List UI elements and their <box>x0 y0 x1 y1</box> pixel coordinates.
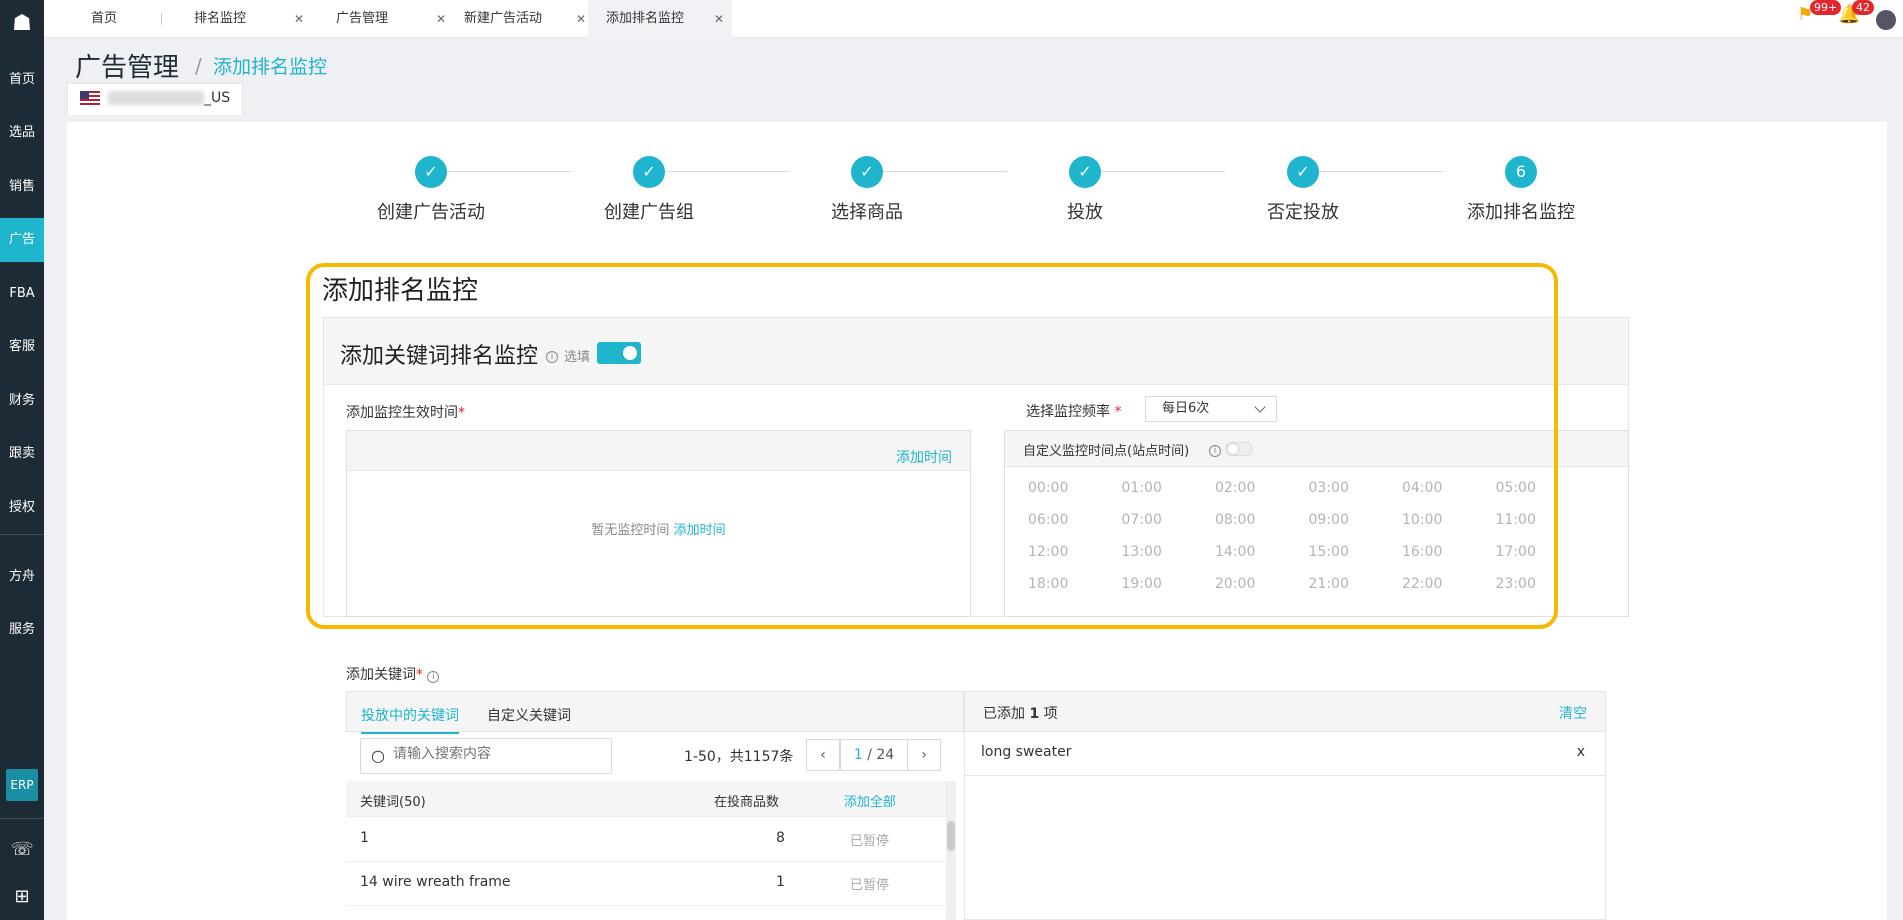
breadcrumb-current: 添加排名监控 <box>213 56 328 78</box>
sidebar-item-services[interactable]: 服务 <box>0 608 44 652</box>
avatar[interactable] <box>1876 10 1896 30</box>
breadcrumb-separator: / <box>195 54 202 78</box>
store-selector[interactable]: _US <box>67 83 243 115</box>
sidebar-item-auth[interactable]: 授权 <box>0 486 44 530</box>
row-keyword: 14 wire wreath frame <box>360 874 511 890</box>
step-label: 选择商品 <box>831 202 903 223</box>
tab-add-rank-monitor[interactable]: 添加排名监控 ✕ <box>588 0 732 38</box>
tab-rank-monitor[interactable]: 排名监控 ✕ <box>194 0 304 38</box>
search-icon: ○ <box>371 746 385 765</box>
row-count: 1 <box>776 874 785 890</box>
pagination-range: 1-50，共1157条 <box>684 749 794 765</box>
clear-button[interactable]: 清空 <box>1559 703 1587 723</box>
close-icon[interactable]: ✕ <box>436 0 446 38</box>
tab-active-keywords[interactable]: 投放中的关键词 <box>361 705 459 734</box>
tab-label: 添加排名监控 <box>606 11 685 26</box>
sidebar-divider <box>0 534 44 535</box>
sidebar-item-service[interactable]: 客服 <box>0 325 44 369</box>
step-label: 创建广告组 <box>604 202 694 223</box>
row-count: 8 <box>776 830 785 846</box>
flag-badge: 99+ <box>1810 0 1842 15</box>
search-input[interactable] <box>393 746 593 762</box>
tab-custom-keywords[interactable]: 自定义关键词 <box>487 705 571 725</box>
step-2: ✓ 创建广告组 <box>574 156 724 224</box>
step-4: ✓ 投放 <box>1010 156 1160 224</box>
us-flag-icon <box>80 91 100 105</box>
store-name: _US <box>108 90 230 106</box>
added-header: 已添加 1 项 清空 <box>965 692 1605 732</box>
sidebar-item-finance[interactable]: 财务 <box>0 379 44 423</box>
added-item: long sweater x <box>965 732 1605 776</box>
sidebar: ☗ 首页 选品 销售 广告 FBA 客服 财务 跟卖 授权 方舟 服务 ERP … <box>0 0 44 920</box>
info-icon: i <box>427 671 440 683</box>
tab-ad-manage[interactable]: 广告管理 ✕ <box>336 0 446 38</box>
scrollbar-thumb[interactable] <box>947 821 955 851</box>
close-icon[interactable]: ✕ <box>576 0 586 38</box>
close-icon[interactable]: ✕ <box>714 0 724 38</box>
check-icon: ✓ <box>1287 156 1319 188</box>
keyword-search[interactable]: ○ <box>360 738 612 774</box>
col-keyword: 关键词(50) <box>360 795 426 810</box>
table-scrollbar[interactable] <box>946 781 956 920</box>
added-keywords-panel: 已添加 1 项 清空 long sweater x <box>964 691 1606 920</box>
tab-divider <box>161 13 162 25</box>
sidebar-item-home[interactable]: 首页 <box>0 58 44 102</box>
sidebar-divider-bottom <box>0 818 44 819</box>
step-label: 添加排名监控 <box>1467 202 1575 223</box>
highlight-box <box>306 263 1558 629</box>
step-number: 6 <box>1505 156 1537 188</box>
step-label: 否定投放 <box>1267 202 1339 223</box>
tab-bar: 首页 排名监控 ✕ 广告管理 ✕ 新建广告活动 ✕ 添加排名监控 ✕ <box>44 0 1903 38</box>
page-total: / 24 <box>867 747 895 763</box>
sidebar-item-fba[interactable]: FBA <box>0 272 44 316</box>
support-icon[interactable]: ☏ <box>11 839 34 861</box>
sidebar-item-sales[interactable]: 销售 <box>0 165 44 209</box>
erp-button[interactable]: ERP <box>6 769 38 801</box>
step-6: 6 添加排名监控 <box>1446 156 1596 224</box>
check-icon: ✓ <box>415 156 447 188</box>
page-title: 广告管理 <box>75 53 180 83</box>
col-count: 在投商品数 <box>714 795 780 810</box>
tab-label: 新建广告活动 <box>464 11 543 26</box>
sidebar-item-ark[interactable]: 方舟 <box>0 555 44 599</box>
row-status: 已暂停 <box>850 878 890 893</box>
table-row: 14 wire wreath frame 1 已暂停 <box>346 862 946 906</box>
added-keyword: long sweater <box>981 744 1072 760</box>
step-5: ✓ 否定投放 <box>1228 156 1378 224</box>
check-icon: ✓ <box>851 156 883 188</box>
close-icon[interactable]: ✕ <box>294 0 304 38</box>
tab-label: 首页 <box>91 11 118 26</box>
keyword-tabs: 投放中的关键词 自定义关键词 <box>346 691 964 734</box>
sidebar-item-ads[interactable]: 广告 <box>0 218 44 262</box>
sidebar-item-follow[interactable]: 跟卖 <box>0 432 44 476</box>
tab-home[interactable]: 首页 <box>91 0 161 38</box>
step-label: 创建广告活动 <box>377 202 485 223</box>
remove-keyword-button[interactable]: x <box>1577 744 1585 760</box>
check-icon: ✓ <box>633 156 665 188</box>
row-status: 已暂停 <box>850 834 890 849</box>
step-1: ✓ 创建广告活动 <box>356 156 506 224</box>
prev-page-button[interactable]: ‹ <box>806 739 840 771</box>
app-logo[interactable]: ☗ <box>8 10 36 38</box>
add-keyword-label: 添加关键词* i <box>346 664 440 684</box>
page-current[interactable]: 1 <box>854 747 863 763</box>
tab-new-campaign[interactable]: 新建广告活动 ✕ <box>464 0 586 38</box>
page-indicator: 1 / 24 <box>840 739 908 771</box>
table-row: 1 8 已暂停 <box>346 818 946 862</box>
gift-icon[interactable]: ⊞ <box>11 886 33 908</box>
check-icon: ✓ <box>1069 156 1101 188</box>
step-3: ✓ 选择商品 <box>792 156 942 224</box>
add-all-button[interactable]: 添加全部 <box>844 791 896 810</box>
sidebar-item-selection[interactable]: 选品 <box>0 111 44 155</box>
next-page-button[interactable]: › <box>907 739 941 771</box>
step-label: 投放 <box>1067 202 1103 223</box>
row-keyword: 1 <box>360 830 369 846</box>
tab-label: 排名监控 <box>194 11 247 26</box>
tab-label: 广告管理 <box>336 11 389 26</box>
table-header: 关键词(50) 在投商品数 添加全部 <box>346 781 946 817</box>
added-count-label: 已添加 1 项 <box>983 706 1058 722</box>
bell-badge: 42 <box>1852 0 1874 15</box>
